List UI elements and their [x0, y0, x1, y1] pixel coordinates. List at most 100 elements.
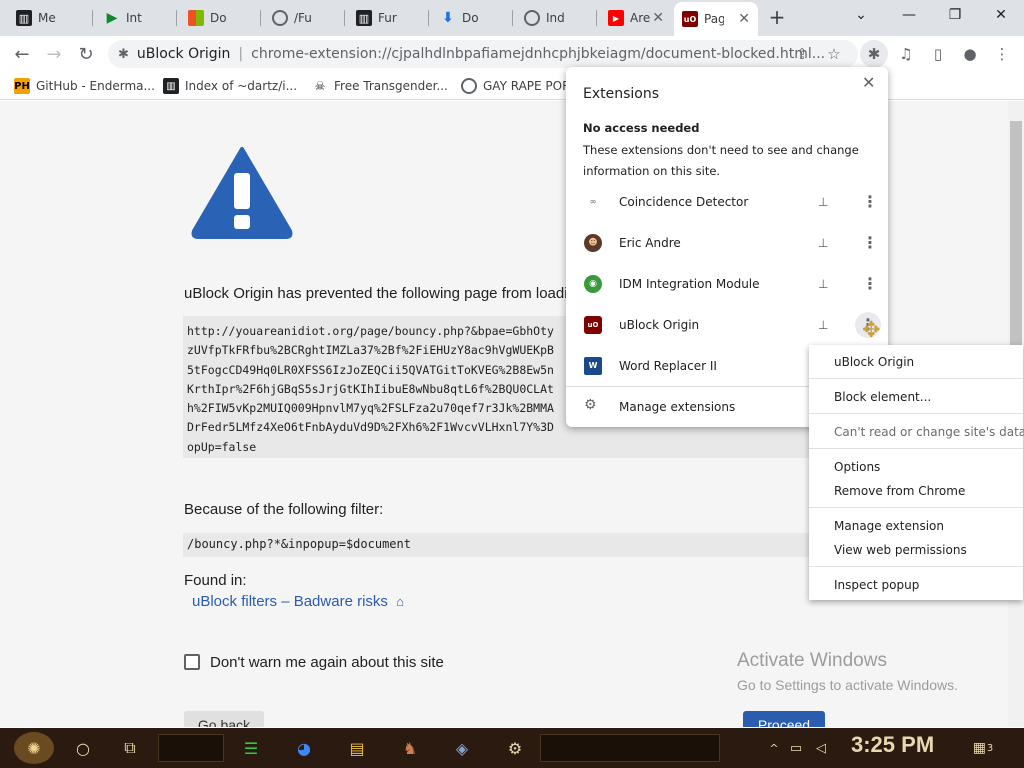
start-button-icon[interactable]: ✺ [14, 732, 54, 764]
star-icon[interactable]: ☆ [820, 40, 848, 68]
pin-icon[interactable]: ⊥ [818, 318, 828, 332]
bookmark-2[interactable]: ☠ Free Transgender... [312, 77, 448, 95]
extension-name: uBlock Origin [619, 317, 700, 332]
ublock-icon: uO [584, 315, 602, 334]
menu-kebab-icon[interactable]: ⋮ [988, 40, 1016, 68]
cortana-icon[interactable]: ○ [67, 732, 99, 764]
more-vert-icon[interactable]: ⋮ [862, 192, 878, 211]
address-divider: | [238, 46, 244, 62]
reload-icon[interactable]: ↻ [72, 40, 100, 68]
close-tab-icon[interactable]: ✕ [652, 10, 664, 26]
menu-separator [809, 448, 1023, 449]
more-vert-icon[interactable]: ⋮ [862, 233, 878, 252]
url-line: opUp=false [187, 439, 257, 454]
settings-gear-icon[interactable]: ⚙ [499, 732, 531, 764]
menu-separator [809, 378, 1023, 379]
dont-warn-checkbox[interactable] [184, 654, 200, 670]
tab-2[interactable]: Do [180, 4, 260, 32]
tab-4[interactable]: ▥ Fur [348, 4, 428, 32]
media-controls-icon[interactable]: ♫ [892, 40, 920, 68]
share-icon[interactable]: ⇪ [788, 40, 816, 68]
notification-count: 3 [986, 742, 994, 754]
tab-separator [428, 10, 429, 26]
close-icon[interactable]: ✕ [862, 73, 875, 92]
more-vert-icon[interactable]: ⋮ [862, 274, 878, 293]
spotify-app-icon[interactable]: ☰ [235, 732, 267, 764]
tray-chevron-icon[interactable]: ^ [764, 732, 784, 764]
address-bar[interactable]: ✱ uBlock Origin | chrome-extension://cjp… [108, 40, 858, 68]
tab-separator [512, 10, 513, 26]
file-explorer-icon[interactable]: ▤ [341, 732, 373, 764]
side-panel-icon[interactable]: ▯ [924, 40, 952, 68]
dont-warn-label: Don't warn me again about this site [210, 654, 444, 671]
windows-icon [188, 10, 204, 26]
menu-item-block-element[interactable]: Block element... [834, 390, 931, 404]
filter-list-link[interactable]: uBlock filters – Badware risks ⌂ [192, 593, 404, 610]
browser-window: ▥ Me ▶ Int Do /Fu ▥ Fur ⬇ Do Ind ▶ Are ✕… [0, 0, 1024, 768]
menu-item-inspect-popup[interactable]: Inspect popup [834, 578, 919, 592]
go-back-button[interactable]: Go back [184, 711, 264, 727]
extension-row-ublock-origin[interactable]: uO uBlock Origin ⊥ ⋮ [566, 304, 888, 345]
tab-6[interactable]: Ind [516, 4, 596, 32]
close-tab-icon[interactable]: ✕ [738, 11, 750, 27]
tab-label: Are [630, 11, 650, 25]
menu-item-view-permissions[interactable]: View web permissions [834, 543, 967, 557]
bookmark-label: GAY RAPE POR [483, 79, 571, 93]
skull-icon: ☠ [314, 79, 326, 93]
minimize-icon[interactable]: — [886, 0, 932, 30]
notification-icon[interactable]: ▦ 3 [968, 732, 998, 764]
pin-icon[interactable]: ⊥ [818, 277, 828, 291]
scrollbar-thumb[interactable] [1010, 121, 1022, 345]
pin-icon[interactable]: ⊥ [818, 236, 828, 250]
extension-name: Eric Andre [619, 235, 681, 250]
menu-item-remove[interactable]: Remove from Chrome [834, 484, 965, 498]
extensions-puzzle-icon[interactable]: ✱ [860, 40, 888, 68]
extension-row-idm[interactable]: ◉ IDM Integration Module ⊥ ⋮ [566, 263, 888, 304]
bookmark-0[interactable]: PH GitHub - Enderma... [14, 77, 155, 95]
tab-8-active[interactable]: uO Pag ✕ [674, 2, 758, 36]
task-view-icon[interactable]: ⧉ [114, 732, 146, 764]
back-arrow-icon[interactable]: ← [8, 40, 36, 68]
volume-muted-icon[interactable]: ◁ [810, 732, 832, 764]
menu-item-options[interactable]: Options [834, 460, 880, 474]
visual-studio-icon[interactable]: ◈ [446, 732, 478, 764]
app-icon[interactable]: ♞ [394, 732, 426, 764]
proceed-button[interactable]: Proceed [743, 711, 825, 727]
close-window-icon[interactable]: ✕ [978, 0, 1024, 30]
chrome-app-icon[interactable]: ◕ [288, 732, 320, 764]
tab-1[interactable]: ▶ Int [96, 4, 176, 32]
new-tab-button[interactable]: + [764, 4, 790, 30]
pin-icon[interactable]: ⊥ [818, 195, 828, 209]
bookmark-1[interactable]: ▥ Index of ~dartz/i... [163, 77, 297, 95]
tab-label: Int [126, 11, 142, 25]
filter-value: /bouncy.php?*&inpopup=$document [183, 533, 823, 557]
menu-item-cant-read: Can't read or change site's data [834, 425, 1024, 439]
tab-label: /Fu [294, 11, 312, 25]
profile-avatar-icon[interactable]: ● [956, 40, 984, 68]
extension-row-coincidence-detector[interactable]: ∞ Coincidence Detector ⊥ ⋮ [566, 181, 888, 222]
tab-label: Ind [546, 11, 565, 25]
menu-item-manage-extension[interactable]: Manage extension [834, 519, 944, 533]
extension-row-eric-andre[interactable]: ☻ Eric Andre ⊥ ⋮ [566, 222, 888, 263]
address-url: chrome-extension://cjpalhdlnbpafiamejdnh… [251, 46, 826, 62]
tab-label: Do [210, 11, 227, 25]
wr-icon: W [584, 356, 602, 375]
tab-3[interactable]: /Fu [264, 4, 344, 32]
tab-search-icon[interactable]: ⌄ [838, 0, 884, 30]
menu-item-ublock-origin[interactable]: uBlock Origin [834, 355, 914, 369]
ph-icon: PH [14, 78, 30, 94]
idm-icon: ◉ [584, 274, 602, 293]
forward-arrow-icon[interactable]: → [40, 40, 68, 68]
bookmark-3[interactable]: GAY RAPE POR [461, 77, 570, 95]
network-icon[interactable]: ▭ [785, 732, 807, 764]
tab-strip: ▥ Me ▶ Int Do /Fu ▥ Fur ⬇ Do Ind ▶ Are ✕… [0, 0, 1024, 36]
gear-icon: ⚙ [584, 397, 597, 413]
bookmark-label: GitHub - Enderma... [36, 79, 155, 93]
taskbar-clock[interactable]: 3:25 PM [851, 732, 934, 758]
tab-5[interactable]: ⬇ Do [432, 4, 512, 32]
restore-icon[interactable]: ❐ [932, 0, 978, 30]
tab-0[interactable]: ▥ Me [8, 4, 88, 32]
tab-7[interactable]: ▶ Are ✕ [600, 4, 672, 32]
popup-subtitle: No access needed [583, 121, 700, 135]
museum-icon: ▥ [356, 10, 372, 26]
